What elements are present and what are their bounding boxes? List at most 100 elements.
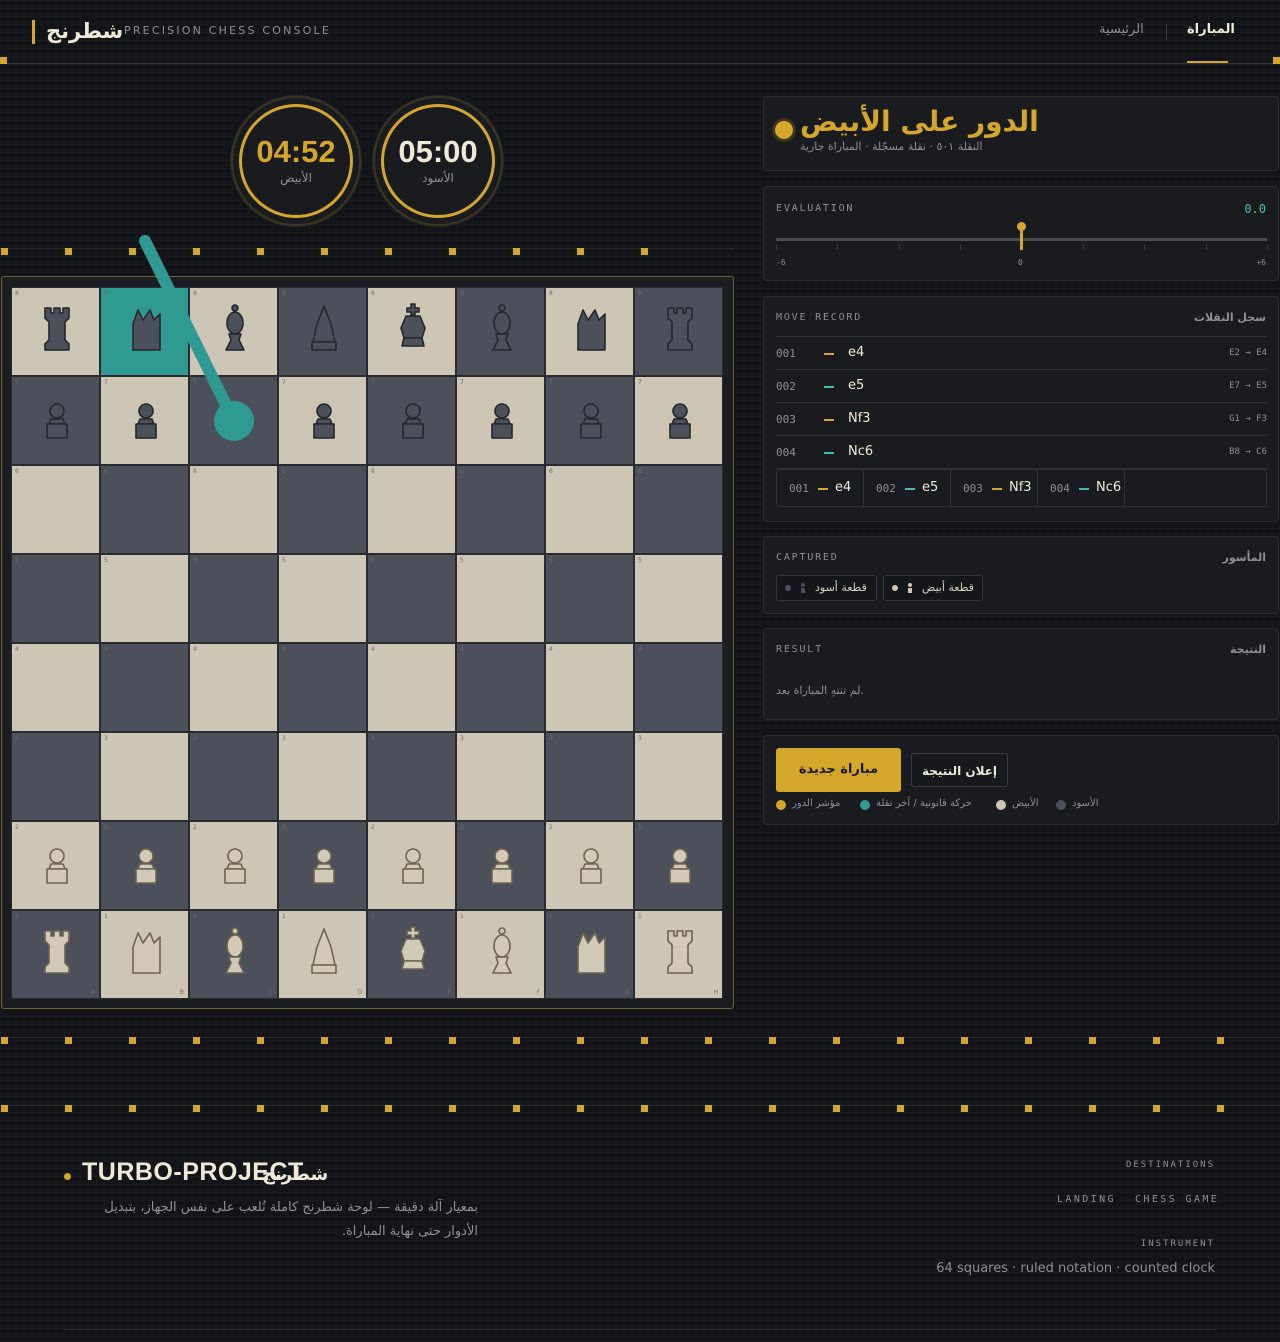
black-pawn-icon[interactable] <box>482 391 522 445</box>
white-pawn-icon[interactable] <box>393 836 433 890</box>
black-pawn-icon[interactable] <box>37 391 77 445</box>
square-g2[interactable]: 2 <box>545 821 634 910</box>
chess-board[interactable]: 8 8 8 8 8 8 8 8 7 7 7 7 7 7 7 7 6 6 6 6 6 6 6 6 5 5 5 5 5 5 5 5 4 4 4 4 4 4 4 4… <box>11 287 723 999</box>
square-g3[interactable]: 3 <box>545 732 634 821</box>
square-a1[interactable]: 1A <box>11 910 100 999</box>
square-h6[interactable]: 6 <box>634 465 723 554</box>
move-chip[interactable]: 004 Nc6 <box>1038 470 1125 508</box>
square-a7[interactable]: 7 <box>11 376 100 465</box>
square-a2[interactable]: 2 <box>11 821 100 910</box>
square-c2[interactable]: 2 <box>189 821 278 910</box>
square-b3[interactable]: 3 <box>100 732 189 821</box>
square-e2[interactable]: 2 <box>367 821 456 910</box>
black-rook-icon[interactable] <box>37 302 77 356</box>
square-f2[interactable]: 2 <box>456 821 545 910</box>
black-queen-icon[interactable] <box>304 302 344 356</box>
square-b8[interactable]: 8 <box>100 287 189 376</box>
square-h1[interactable]: 1H <box>634 910 723 999</box>
square-b1[interactable]: 1B <box>100 910 189 999</box>
footer-link-chess-game[interactable]: CHESS GAME <box>1135 1194 1219 1205</box>
square-c3[interactable]: 3 <box>189 732 278 821</box>
footer-link-landing[interactable]: LANDING <box>1057 1194 1116 1205</box>
move-row[interactable]: 002 e5 E7 → E5 <box>776 370 1267 403</box>
white-king-icon[interactable] <box>393 925 433 979</box>
square-a4[interactable]: 4 <box>11 643 100 732</box>
black-bishop-icon[interactable] <box>215 302 255 356</box>
move-chip[interactable]: 003 Nf3 <box>951 470 1038 508</box>
move-chip[interactable]: 001 e4 <box>777 470 864 508</box>
white-pawn-icon[interactable] <box>215 836 255 890</box>
black-pawn-icon[interactable] <box>126 391 166 445</box>
square-b2[interactable]: 2 <box>100 821 189 910</box>
square-b7[interactable]: 7 <box>100 376 189 465</box>
square-f3[interactable]: 3 <box>456 732 545 821</box>
white-pawn-icon[interactable] <box>660 836 700 890</box>
square-d8[interactable]: 8 <box>278 287 367 376</box>
square-e1[interactable]: 1E <box>367 910 456 999</box>
square-d1[interactable]: 1D <box>278 910 367 999</box>
square-g5[interactable]: 5 <box>545 554 634 643</box>
square-f6[interactable]: 6 <box>456 465 545 554</box>
square-e8[interactable]: 8 <box>367 287 456 376</box>
square-e5[interactable]: 5 <box>367 554 456 643</box>
square-f5[interactable]: 5 <box>456 554 545 643</box>
square-e3[interactable]: 3 <box>367 732 456 821</box>
square-b5[interactable]: 5 <box>100 554 189 643</box>
square-e6[interactable]: 6 <box>367 465 456 554</box>
square-f4[interactable]: 4 <box>456 643 545 732</box>
black-pawn-icon[interactable] <box>660 391 700 445</box>
white-pawn-icon[interactable] <box>571 836 611 890</box>
square-f7[interactable]: 7 <box>456 376 545 465</box>
move-row[interactable]: 001 e4 E2 → E4 <box>776 337 1267 370</box>
square-a6[interactable]: 6 <box>11 465 100 554</box>
square-c6[interactable]: 6 <box>189 465 278 554</box>
white-rook-icon[interactable] <box>37 925 77 979</box>
square-c5[interactable]: 5 <box>189 554 278 643</box>
square-e4[interactable]: 4 <box>367 643 456 732</box>
square-d2[interactable]: 2 <box>278 821 367 910</box>
black-king-icon[interactable] <box>393 302 433 356</box>
black-pawn-icon[interactable] <box>393 391 433 445</box>
square-b6[interactable]: 6 <box>100 465 189 554</box>
white-bishop-icon[interactable] <box>482 925 522 979</box>
square-h5[interactable]: 5 <box>634 554 723 643</box>
white-rook-icon[interactable] <box>660 925 700 979</box>
square-d7[interactable]: 7 <box>278 376 367 465</box>
square-d4[interactable]: 4 <box>278 643 367 732</box>
square-h7[interactable]: 7 <box>634 376 723 465</box>
square-h2[interactable]: 2 <box>634 821 723 910</box>
square-e7[interactable]: 7 <box>367 376 456 465</box>
black-rook-icon[interactable] <box>660 302 700 356</box>
white-pawn-icon[interactable] <box>482 836 522 890</box>
square-h4[interactable]: 4 <box>634 643 723 732</box>
move-row[interactable]: 004 Nc6 B8 → C6 <box>776 436 1267 469</box>
black-knight-icon[interactable] <box>126 302 166 356</box>
black-knight-icon[interactable] <box>571 302 611 356</box>
nav-home[interactable]: الرئيسية <box>1099 22 1144 37</box>
white-pawn-icon[interactable] <box>304 836 344 890</box>
square-g4[interactable]: 4 <box>545 643 634 732</box>
black-pawn-icon[interactable] <box>215 391 255 445</box>
claim-result-button[interactable]: إعلان النتيجة <box>911 753 1008 787</box>
square-d6[interactable]: 6 <box>278 465 367 554</box>
square-c8[interactable]: 8 <box>189 287 278 376</box>
move-row[interactable]: 003 Nf3 G1 → F3 <box>776 403 1267 436</box>
white-knight-icon[interactable] <box>571 925 611 979</box>
square-h3[interactable]: 3 <box>634 732 723 821</box>
black-pawn-icon[interactable] <box>304 391 344 445</box>
new-game-button[interactable]: مباراة جديدة <box>776 748 901 792</box>
square-g6[interactable]: 6 <box>545 465 634 554</box>
black-bishop-icon[interactable] <box>482 302 522 356</box>
square-f1[interactable]: 1F <box>456 910 545 999</box>
nav-game[interactable]: المباراة <box>1187 22 1235 37</box>
white-queen-icon[interactable] <box>304 925 344 979</box>
square-g7[interactable]: 7 <box>545 376 634 465</box>
square-f8[interactable]: 8 <box>456 287 545 376</box>
square-a3[interactable]: 3 <box>11 732 100 821</box>
white-bishop-icon[interactable] <box>215 925 255 979</box>
square-c1[interactable]: 1C <box>189 910 278 999</box>
move-chip[interactable]: 002 e5 <box>864 470 951 508</box>
white-pawn-icon[interactable] <box>126 836 166 890</box>
square-d5[interactable]: 5 <box>278 554 367 643</box>
square-c7[interactable]: 7 <box>189 376 278 465</box>
